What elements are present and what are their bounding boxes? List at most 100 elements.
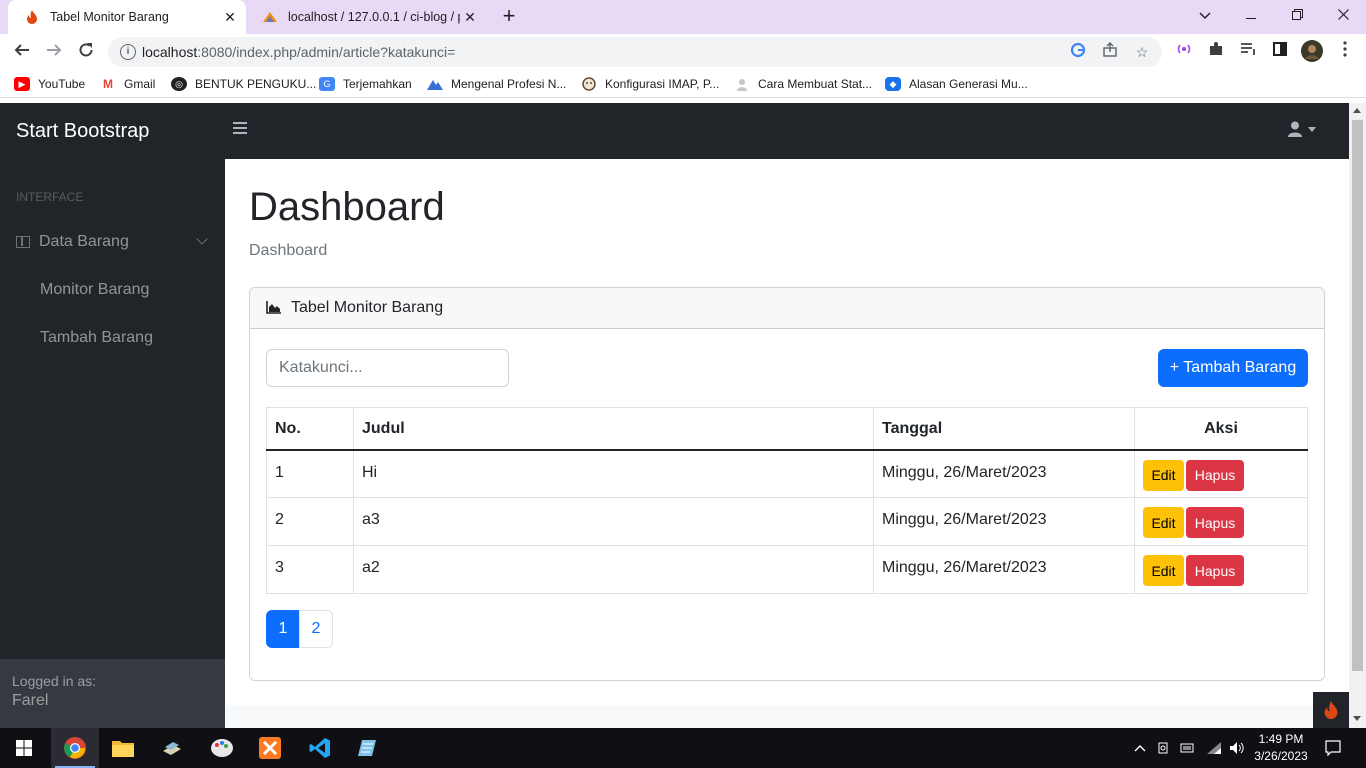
face-icon xyxy=(581,77,597,91)
address-bar[interactable]: i localhost:8080/index.php/admin/article… xyxy=(108,37,1162,67)
cell-no: 2 xyxy=(266,497,354,546)
bookmark-gmail[interactable]: M Gmail xyxy=(100,75,155,93)
share-icon[interactable] xyxy=(1100,42,1120,62)
globe-icon: ◎ xyxy=(171,77,187,91)
sidebar-item-tambah-barang[interactable]: Tambah Barang xyxy=(40,329,153,347)
vscode-icon[interactable] xyxy=(296,728,344,768)
sidebar-footer: Logged in as: Farel xyxy=(0,659,225,728)
column-header-judul: Judul xyxy=(353,407,874,451)
scrollbar-thumb[interactable] xyxy=(1352,120,1363,671)
bookmark-terjemahkan[interactable]: G Terjemahkan xyxy=(319,75,412,93)
bookmark-alasan[interactable]: ◆ Alasan Generasi Mu... xyxy=(885,75,1028,93)
brand-link[interactable]: Start Bootstrap xyxy=(16,120,149,143)
close-window-button[interactable] xyxy=(1320,0,1366,30)
bookmark-mengenal[interactable]: Mengenal Profesi N... xyxy=(427,75,566,93)
user-icon xyxy=(1288,121,1302,137)
minimize-button[interactable] xyxy=(1228,0,1274,30)
tab-close-icon[interactable]: ✕ xyxy=(460,9,480,26)
cell-tanggal: Minggu, 26/Maret/2023 xyxy=(873,449,1135,498)
cell-aksi: Edit Hapus xyxy=(1134,545,1308,594)
bookmark-label: Konfigurasi IMAP, P... xyxy=(605,77,720,91)
main-content: Dashboard Dashboard Tabel Monitor Barang… xyxy=(225,159,1349,705)
back-icon[interactable] xyxy=(10,40,34,64)
bookmark-label: YouTube xyxy=(38,77,86,91)
edit-button[interactable]: Edit xyxy=(1143,555,1184,586)
codeigniter-debug-toolbar-icon[interactable] xyxy=(1313,692,1349,728)
logged-in-user: Farel xyxy=(12,692,49,709)
card-title: Tabel Monitor Barang xyxy=(291,299,444,316)
delete-button[interactable]: Hapus xyxy=(1186,459,1244,491)
bookmark-star-icon[interactable]: ☆ xyxy=(1132,42,1152,62)
cast-icon[interactable] xyxy=(1173,41,1195,63)
table-header-row: No. Judul Tanggal Aksi xyxy=(266,407,1308,451)
menu-kebab-icon[interactable] xyxy=(1334,41,1356,63)
bookmark-konfigurasi[interactable]: Konfigurasi IMAP, P... xyxy=(581,75,719,93)
page-link-1[interactable]: 1 xyxy=(266,610,300,648)
edit-button[interactable]: Edit xyxy=(1143,459,1184,491)
mountain-icon xyxy=(427,77,443,91)
sidebar-item-data-barang[interactable]: Data Barang xyxy=(16,233,129,251)
profile-avatar[interactable] xyxy=(1301,40,1323,62)
tab-close-icon[interactable]: ✕ xyxy=(220,9,240,26)
input-method-icon[interactable] xyxy=(1178,728,1196,768)
bookmark-youtube[interactable]: ▶ YouTube xyxy=(14,75,85,93)
logged-in-label: Logged in as: xyxy=(12,673,97,689)
scroll-up-icon[interactable] xyxy=(1353,108,1361,113)
sidebar-item-label: Data Barang xyxy=(39,233,129,250)
taskbar-clock[interactable]: 1:49 PM 3/26/2023 xyxy=(1248,731,1314,765)
table-card: Tabel Monitor Barang + Tambah Barang No.… xyxy=(249,287,1325,681)
cell-judul: Hi xyxy=(353,449,874,498)
delete-button[interactable]: Hapus xyxy=(1186,507,1244,538)
notepad-icon[interactable] xyxy=(344,728,392,768)
sidebar-item-monitor-barang[interactable]: Monitor Barang xyxy=(40,281,149,299)
sidebar: Interface Data Barang Monitor Barang Tam… xyxy=(0,159,225,728)
windows-start-icon[interactable] xyxy=(0,728,48,768)
scroll-down-icon[interactable] xyxy=(1353,716,1361,721)
notifications-icon[interactable] xyxy=(1322,728,1344,768)
clock-time: 1:49 PM xyxy=(1258,732,1304,746)
chrome-icon[interactable] xyxy=(51,728,99,768)
app-icon[interactable] xyxy=(148,728,196,768)
app-top-navbar: Start Bootstrap xyxy=(0,103,1349,159)
browser-tab-strip: Tabel Monitor Barang ✕ localhost / 127.0… xyxy=(0,0,1366,34)
edit-button[interactable]: Edit xyxy=(1143,507,1184,538)
bookmark-cara-membuat[interactable]: Cara Membuat Stat... xyxy=(734,75,872,93)
column-header-aksi: Aksi xyxy=(1134,407,1308,451)
file-explorer-icon[interactable] xyxy=(99,728,147,768)
chevron-down-icon xyxy=(1308,126,1316,132)
google-lens-icon[interactable] xyxy=(1068,42,1088,62)
user-dropdown[interactable] xyxy=(1288,121,1316,137)
paint-icon[interactable] xyxy=(198,728,246,768)
meet-now-icon[interactable] xyxy=(1155,728,1173,768)
browser-tab-active[interactable]: Tabel Monitor Barang ✕ xyxy=(8,0,246,34)
search-input[interactable] xyxy=(266,349,509,387)
page-scrollbar[interactable] xyxy=(1349,103,1366,728)
bookmark-label: Cara Membuat Stat... xyxy=(758,77,873,91)
xampp-icon[interactable] xyxy=(246,728,294,768)
reload-icon[interactable] xyxy=(74,40,98,64)
chevron-down-icon[interactable] xyxy=(196,233,208,245)
sidebar-toggle-icon[interactable] xyxy=(233,122,247,134)
tab-search-icon[interactable] xyxy=(1182,0,1228,30)
new-tab-button[interactable]: + xyxy=(497,5,521,29)
bookmark-bentuk[interactable]: ◎ BENTUK PENGUKU... xyxy=(171,75,316,93)
page-link-2[interactable]: 2 xyxy=(299,610,333,648)
cell-judul: a2 xyxy=(353,545,874,594)
sidebar-heading: Interface xyxy=(16,190,84,204)
forward-icon[interactable] xyxy=(42,40,66,64)
site-info-icon[interactable]: i xyxy=(120,44,136,60)
wifi-icon[interactable] xyxy=(1205,728,1223,768)
volume-icon[interactable] xyxy=(1228,728,1246,768)
show-hidden-icons-icon[interactable] xyxy=(1132,728,1148,768)
clock-date: 3/26/2023 xyxy=(1254,749,1308,763)
breadcrumb: Dashboard xyxy=(249,242,328,259)
restore-button[interactable] xyxy=(1274,0,1320,30)
side-panel-icon[interactable] xyxy=(1269,41,1291,63)
cell-tanggal: Minggu, 26/Maret/2023 xyxy=(873,497,1135,546)
add-item-button[interactable]: + Tambah Barang xyxy=(1158,349,1308,387)
reading-list-icon[interactable] xyxy=(1237,41,1259,63)
cell-judul: a3 xyxy=(353,497,874,546)
extensions-icon[interactable] xyxy=(1205,41,1227,63)
delete-button[interactable]: Hapus xyxy=(1186,555,1244,586)
browser-tab-inactive[interactable]: localhost / 127.0.0.1 / ci-blog / p ✕ xyxy=(246,0,486,34)
